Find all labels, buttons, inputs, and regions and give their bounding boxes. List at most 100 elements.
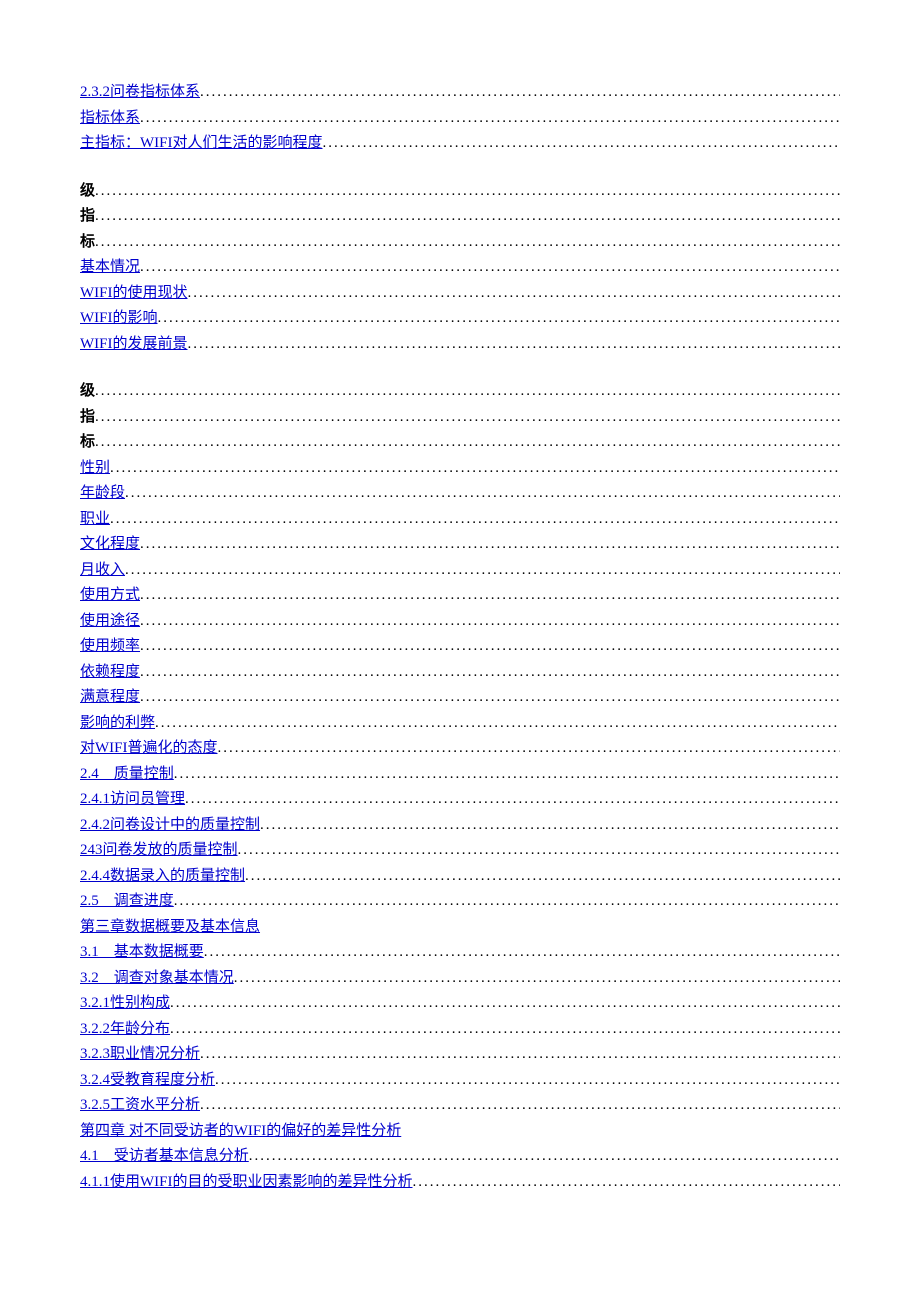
toc-link[interactable]: 3.2 调查对象基本情况 [80,966,234,992]
toc-link[interactable]: 月收入 [80,558,125,584]
toc-entry: 2.3.2问卷指标体系 [80,80,840,106]
toc-link[interactable]: 2.5 调查进度 [80,889,174,915]
toc-leader-dots [413,1170,841,1196]
toc-entry: 级 [80,179,840,205]
toc-link[interactable]: 对WIFI普遍化的态度 [80,736,218,762]
toc-link[interactable]: 2.4.2问卷设计中的质量控制 [80,813,260,839]
toc-entry: 2.4.2问卷设计中的质量控制 [80,813,840,839]
toc-leader-dots [200,1093,840,1119]
toc-link[interactable]: 4.1.1使用WIFI的目的受职业因素影响的差异性分析 [80,1170,413,1196]
toc-link[interactable]: 使用方式 [80,583,140,609]
toc-link[interactable]: 影响的利弊 [80,711,155,737]
toc-entry: 职业 [80,507,840,533]
toc-link[interactable]: 2.4 质量控制 [80,762,174,788]
toc-link[interactable]: 2.4.1访问员管理 [80,787,185,813]
toc-link[interactable]: 3.2.2年龄分布 [80,1017,170,1043]
toc-leader-dots [95,405,840,431]
toc-leader-dots [238,838,840,864]
toc-link[interactable]: 年龄段 [80,481,125,507]
toc-link[interactable]: 性别 [80,456,110,482]
toc-leader-dots [323,131,841,157]
toc-link[interactable]: 使用频率 [80,634,140,660]
toc-link[interactable]: 第三章数据概要及基本信息 [80,915,260,941]
toc-entry: 使用方式 [80,583,840,609]
toc-heading: 标 [80,430,95,456]
toc-link[interactable]: 满意程度 [80,685,140,711]
toc-leader-dots [234,966,840,992]
toc-leader-dots [140,609,840,635]
toc-leader-dots [155,711,840,737]
toc-entry: 第三章数据概要及基本信息 [80,915,840,941]
toc-link[interactable]: 3.1 基本数据概要 [80,940,204,966]
toc-entry: 指标体系 [80,106,840,132]
toc-heading: 指 [80,204,95,230]
toc-entry: 对WIFI普遍化的态度 [80,736,840,762]
toc-leader-dots [170,1017,840,1043]
toc-entry: 主指标：WIFI对人们生活的影响程度 [80,131,840,157]
toc-entry: 3.2.4受教育程度分析 [80,1068,840,1094]
toc-link[interactable]: 使用途径 [80,609,140,635]
toc-leader-dots [174,889,840,915]
toc-leader-dots [95,179,840,205]
toc-entry: WIFI的使用现状 [80,281,840,307]
toc-entry: 3.2.5工资水平分析 [80,1093,840,1119]
toc-leader-dots [125,558,840,584]
toc-leader-dots [158,306,841,332]
toc-entry: 使用频率 [80,634,840,660]
toc-link[interactable]: 2.4.4数据录入的质量控制 [80,864,245,890]
toc-entry: 2.4.1访问员管理 [80,787,840,813]
toc-spacer [80,157,840,179]
toc-entry: 年龄段 [80,481,840,507]
toc-entry: 4.1.1使用WIFI的目的受职业因素影响的差异性分析 [80,1170,840,1196]
toc-leader-dots [140,106,840,132]
toc-entry: WIFI的发展前景 [80,332,840,358]
toc-leader-dots [95,204,840,230]
toc-link[interactable]: 3.2.5工资水平分析 [80,1093,200,1119]
toc-leader-dots [215,1068,840,1094]
toc-link[interactable]: 基本情况 [80,255,140,281]
toc-leader-dots [140,255,840,281]
toc-link[interactable]: WIFI的使用现状 [80,281,188,307]
toc-link[interactable]: 文化程度 [80,532,140,558]
toc-entry: 第四章 对不同受访者的WIFI的偏好的差异性分析 [80,1119,840,1145]
toc-heading: 级 [80,379,95,405]
toc-entry: 基本情况 [80,255,840,281]
toc-entry: 月收入 [80,558,840,584]
toc-link[interactable]: 第四章 对不同受访者的WIFI的偏好的差异性分析 [80,1119,401,1145]
toc-leader-dots [185,787,840,813]
toc-link[interactable]: 2.3.2问卷指标体系 [80,80,200,106]
toc-leader-dots [174,762,840,788]
toc-link[interactable]: 主指标：WIFI对人们生活的影响程度 [80,131,323,157]
toc-entry: 满意程度 [80,685,840,711]
toc-leader-dots [140,660,840,686]
toc-entry: 依赖程度 [80,660,840,686]
toc-link[interactable]: WIFI的发展前景 [80,332,188,358]
toc-entry: 2.4 质量控制 [80,762,840,788]
toc-link[interactable]: 3.2.3职业情况分析 [80,1042,200,1068]
toc-link[interactable]: 依赖程度 [80,660,140,686]
toc-leader-dots [95,230,840,256]
toc-link[interactable]: 指标体系 [80,106,140,132]
toc-link[interactable]: 3.2.1性别构成 [80,991,170,1017]
toc-leader-dots [249,1144,840,1170]
toc-spacer [80,357,840,379]
toc-link[interactable]: 4.1 受访者基本信息分析 [80,1144,249,1170]
toc-link[interactable]: 3.2.4受教育程度分析 [80,1068,215,1094]
toc-entry: 指 [80,204,840,230]
toc-leader-dots [260,813,840,839]
toc-link[interactable]: WIFI的影响 [80,306,158,332]
toc-leader-dots [140,532,840,558]
toc-entry: 3.2.1性别构成 [80,991,840,1017]
toc-entry: 影响的利弊 [80,711,840,737]
toc-entry: 2.5 调查进度 [80,889,840,915]
toc-leader-dots [245,864,840,890]
toc-leader-dots [170,991,840,1017]
toc-leader-dots [204,940,840,966]
toc-entry: 3.2 调查对象基本情况 [80,966,840,992]
toc-leader-dots [218,736,841,762]
toc-link[interactable]: 243问卷发放的质量控制 [80,838,238,864]
toc-entry: 文化程度 [80,532,840,558]
toc-entry: 2.4.4数据录入的质量控制 [80,864,840,890]
toc-leader-dots [110,456,840,482]
toc-link[interactable]: 职业 [80,507,110,533]
